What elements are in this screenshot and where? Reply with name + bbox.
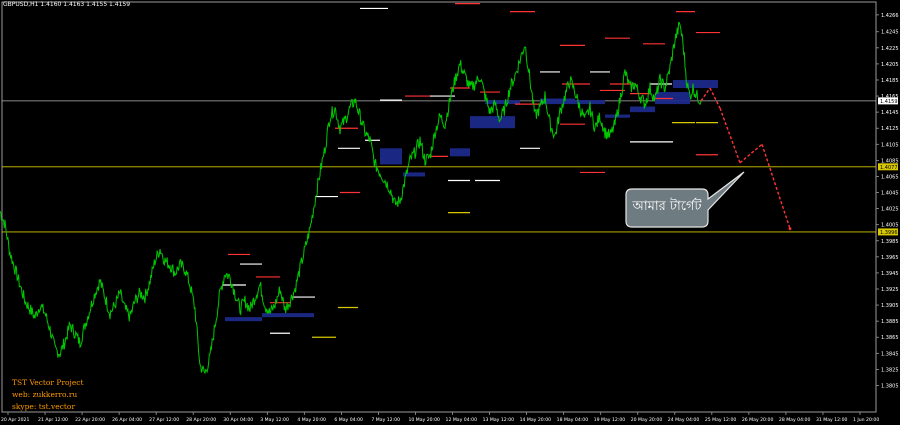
price-tick-label-4: 1.4185 <box>881 78 899 84</box>
price-tick-label-14: 1.3985 <box>881 239 899 245</box>
time-tick-label-22: 31 May 12:00 <box>816 417 848 423</box>
time-tick-label-8: 4 May 20:00 <box>297 417 326 423</box>
callout-text: আমার টার্গেট <box>632 198 702 214</box>
price-tick-label-10: 1.4065 <box>881 174 899 180</box>
zone-10 <box>630 106 655 113</box>
watermark-line-1: TST Vector Project <box>12 378 84 387</box>
price-tick-label-7: 1.4125 <box>881 126 899 132</box>
time-tick-label-2: 22 Apr 20:00 <box>75 417 105 423</box>
time-tick-label-20: 26 May 20:00 <box>742 417 774 423</box>
price-tick-label-8: 1.4105 <box>881 142 899 148</box>
time-tick-label-16: 19 May 12:00 <box>594 417 626 423</box>
price-tick-label-3: 1.4205 <box>881 62 899 68</box>
time-tick-label-13: 13 May 12:00 <box>483 417 515 423</box>
time-tick-label-10: 7 May 12:00 <box>371 417 400 423</box>
zone-4 <box>450 148 470 157</box>
time-tick-label-5: 28 Apr 20:00 <box>186 417 216 423</box>
price-tick-label-16: 1.3945 <box>881 271 899 277</box>
time-tick-label-14: 14 May 20:00 <box>520 417 552 423</box>
time-tick-label-6: 30 Apr 04:00 <box>223 417 253 423</box>
zone-12 <box>673 79 718 89</box>
price-tick-label-15: 1.3965 <box>881 255 899 261</box>
price-tick-label-20: 1.3865 <box>881 335 899 341</box>
price-tick-label-2: 1.4225 <box>881 46 899 52</box>
time-tick-label-3: 26 Apr 04:00 <box>112 417 142 423</box>
price-tick-label-22: 1.3825 <box>881 367 899 373</box>
time-tick-label-12: 12 May 04:00 <box>446 417 478 423</box>
price-chart[interactable]: 1.42661.42451.42251.42051.41851.41651.41… <box>0 0 900 425</box>
zone-6 <box>485 100 520 105</box>
price-tick-label-11: 1.4045 <box>881 191 899 197</box>
price-tick-label-19: 1.3885 <box>881 319 899 325</box>
time-tick-label-21: 28 May 04:00 <box>779 417 811 423</box>
time-tick-label-1: 21 Apr 12:00 <box>38 417 68 423</box>
zone-0 <box>225 317 262 322</box>
time-tick-label-9: 6 May 04:00 <box>334 417 363 423</box>
price-tick-label-17: 1.3925 <box>881 287 899 293</box>
time-tick-label-11: 10 May 20:00 <box>408 417 440 423</box>
symbol-header: GBPUSD,H1 1.4160 1.4163 1.4155 1.4159 <box>3 1 131 8</box>
zone-5 <box>470 116 515 129</box>
watermark-line-2: web: zukkerro.ru <box>12 390 78 399</box>
time-tick-label-0: 20 Apr 2021 <box>1 417 29 423</box>
price-tick-label-1: 1.4245 <box>881 30 899 36</box>
price-tick-label-0: 1.4266 <box>881 13 899 19</box>
price-tick-label-13: 1.4005 <box>881 223 899 229</box>
level-label-1: 1.3996 <box>880 230 898 236</box>
time-tick-label-7: 3 May 12:00 <box>260 417 289 423</box>
price-tick-label-18: 1.3905 <box>881 303 899 309</box>
time-tick-label-4: 27 Apr 12:00 <box>149 417 179 423</box>
current-price-label: 1.4159 <box>880 99 898 105</box>
watermark-line-3: skype: tst.vector <box>12 402 76 411</box>
price-tick-label-12: 1.4025 <box>881 207 899 213</box>
price-tick-label-21: 1.3845 <box>881 351 899 357</box>
time-tick-label-19: 25 May 12:00 <box>705 417 737 423</box>
price-tick-label-6: 1.4145 <box>881 110 899 116</box>
time-tick-label-18: 24 May 04:00 <box>668 417 700 423</box>
zone-2 <box>380 148 402 165</box>
time-tick-label-15: 18 May 04:00 <box>557 417 589 423</box>
time-tick-label-17: 20 May 20:00 <box>631 417 663 423</box>
projection-end <box>788 227 792 231</box>
time-tick-label-23: 1 Jun 20:00 <box>853 417 879 423</box>
level-label-0: 1.4077 <box>880 165 898 171</box>
price-tick-label-23: 1.3805 <box>881 383 899 389</box>
